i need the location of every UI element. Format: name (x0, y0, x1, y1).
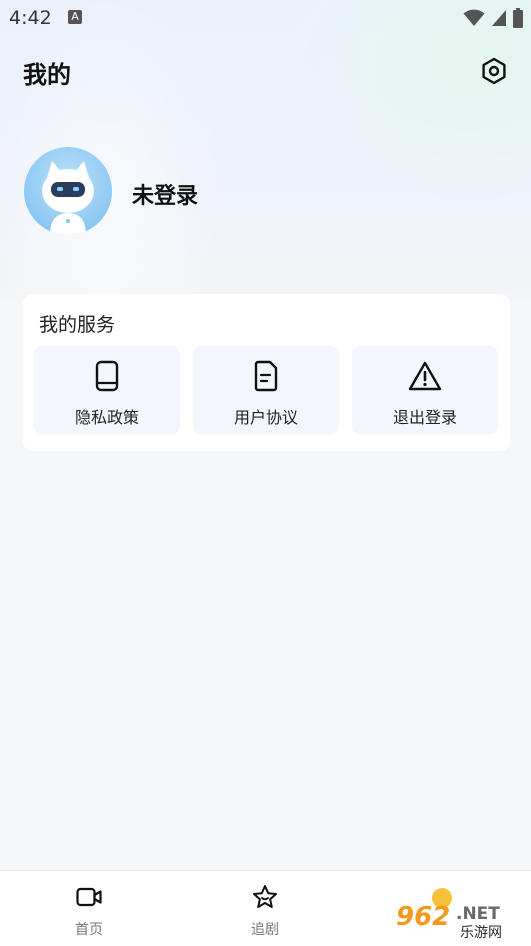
services-title: 我的服务 (39, 314, 116, 336)
document-icon (254, 360, 278, 392)
phone-icon (95, 360, 119, 392)
nav-home-label: 首页 (75, 922, 103, 938)
status-icons (463, 8, 523, 28)
avatar[interactable] (24, 147, 112, 235)
nav-item-home[interactable]: 首页 (49, 871, 129, 946)
warning-icon (408, 361, 442, 391)
settings-button[interactable] (479, 56, 509, 86)
privacy-policy-button[interactable]: 隐私政策 (34, 346, 180, 434)
watermark-graphic: 962 .NET 乐游网 (396, 888, 502, 941)
svg-text:.NET: .NET (456, 904, 500, 924)
nav-follow-label: 追剧 (251, 922, 279, 938)
robot-cat-avatar (42, 161, 94, 235)
login-status-label[interactable]: 未登录 (132, 178, 198, 210)
star-icon (253, 885, 277, 908)
svg-text:962: 962 (396, 902, 450, 932)
battery-icon (513, 8, 523, 28)
user-agreement-label: 用户协议 (233, 408, 298, 427)
logout-button[interactable]: 退出登录 (352, 346, 498, 434)
user-agreement-button[interactable]: 用户协议 (193, 346, 339, 434)
keyboard-indicator-icon: A (68, 10, 82, 24)
svg-text:乐游网: 乐游网 (460, 925, 502, 941)
settings-hexagon-icon (482, 57, 506, 85)
privacy-policy-label: 隐私政策 (74, 408, 139, 427)
signal-icon (492, 10, 506, 26)
video-icon (76, 887, 102, 907)
services-card: 我的服务 隐私政策 用户协议 退出登录 (23, 294, 510, 451)
status-time: 4:42 (9, 7, 52, 29)
nav-item-follow[interactable]: 追剧 (225, 871, 305, 946)
status-bar: 4:42 A (0, 0, 531, 36)
watermark-logo: 962 .NET 乐游网 (394, 885, 528, 941)
logout-label: 退出登录 (392, 408, 457, 427)
page-title: 我的 (23, 61, 71, 89)
wifi-icon (463, 9, 485, 26)
